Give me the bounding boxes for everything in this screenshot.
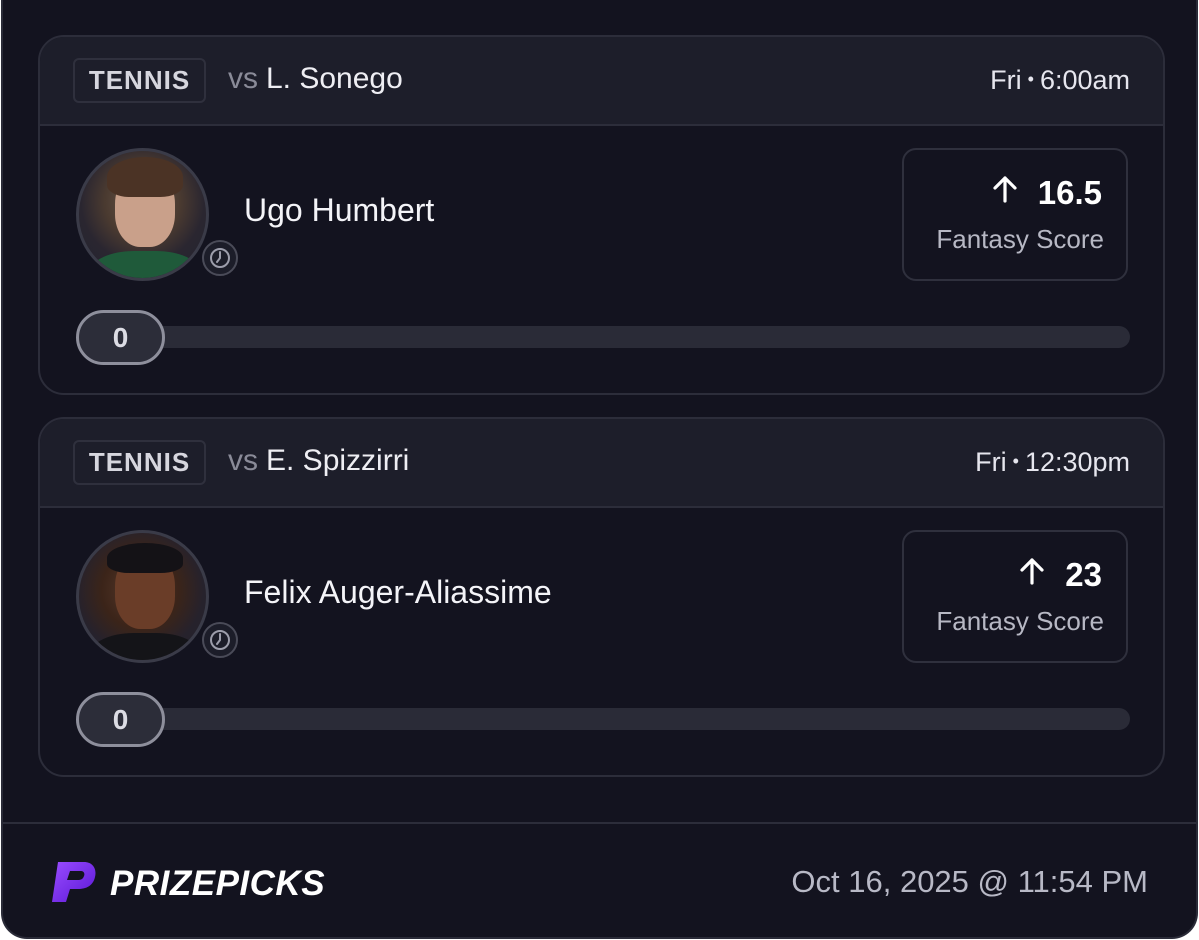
pick-card-header: TENNIS vs E. Spizzirri Fri • 12:30pm [40,419,1163,508]
game-clock-time: 12:30pm [1024,447,1130,477]
pick-summary-panel: TENNIS vs L. Sonego Fri • 6:00am Ugo Humber… [1,0,1198,939]
game-day: Fri [975,447,1007,477]
projection-line: 23 [1017,556,1102,594]
clock-icon [202,622,238,658]
player-avatar [76,530,209,663]
matchup: vs L. Sonego [228,62,403,96]
clock-icon [202,240,238,276]
pick-card-header: TENNIS vs L. Sonego Fri • 6:00am [40,37,1163,126]
player-name: Felix Auger-Aliassime [244,574,552,610]
projection-box: 23 Fantasy Score [902,530,1128,663]
stat-type: Fantasy Score [936,606,1104,636]
current-score-pill: 0 [76,692,165,747]
vs-label: vs [228,62,258,95]
timestamp: Oct 16, 2025 @ 11:54 PM [791,864,1148,899]
current-score-pill: 0 [76,310,165,365]
game-clock-time: 6:00am [1039,65,1130,95]
arrow-up-icon [1017,556,1047,594]
sport-tag: TENNIS [73,58,206,103]
arrow-up-icon [990,174,1020,212]
pick-card[interactable]: TENNIS vs L. Sonego Fri • 6:00am Ugo Humber… [38,35,1165,395]
brand-name: PRIZEPICKS [110,863,326,903]
footer: PRIZEPICKS Oct 16, 2025 @ 11:54 PM [3,822,1196,937]
prizepicks-logo-icon [50,858,98,909]
matchup: vs E. Spizzirri [228,444,409,478]
projection-box: 16.5 Fantasy Score [902,148,1128,281]
stat-type: Fantasy Score [936,224,1104,254]
player-name: Ugo Humbert [244,192,435,228]
game-time: Fri • 6:00am [990,65,1130,96]
vs-label: vs [228,444,258,477]
game-day: Fri [990,65,1022,95]
sport-tag: TENNIS [73,440,206,485]
time-separator: • [1012,451,1019,471]
projection-value: 23 [1065,556,1102,593]
time-separator: • [1027,69,1034,89]
opponent-name: E. Spizzirri [266,444,410,477]
brand: PRIZEPICKS [50,858,325,909]
pick-card[interactable]: TENNIS vs E. Spizzirri Fri • 12:30pm Felix … [38,417,1165,777]
opponent-name: L. Sonego [266,62,403,95]
projection-line: 16.5 [990,174,1102,212]
projection-value: 16.5 [1037,174,1102,211]
player-avatar [76,148,209,281]
game-time: Fri • 12:30pm [975,447,1130,478]
progress-track [150,326,1130,348]
progress-track [150,708,1130,730]
